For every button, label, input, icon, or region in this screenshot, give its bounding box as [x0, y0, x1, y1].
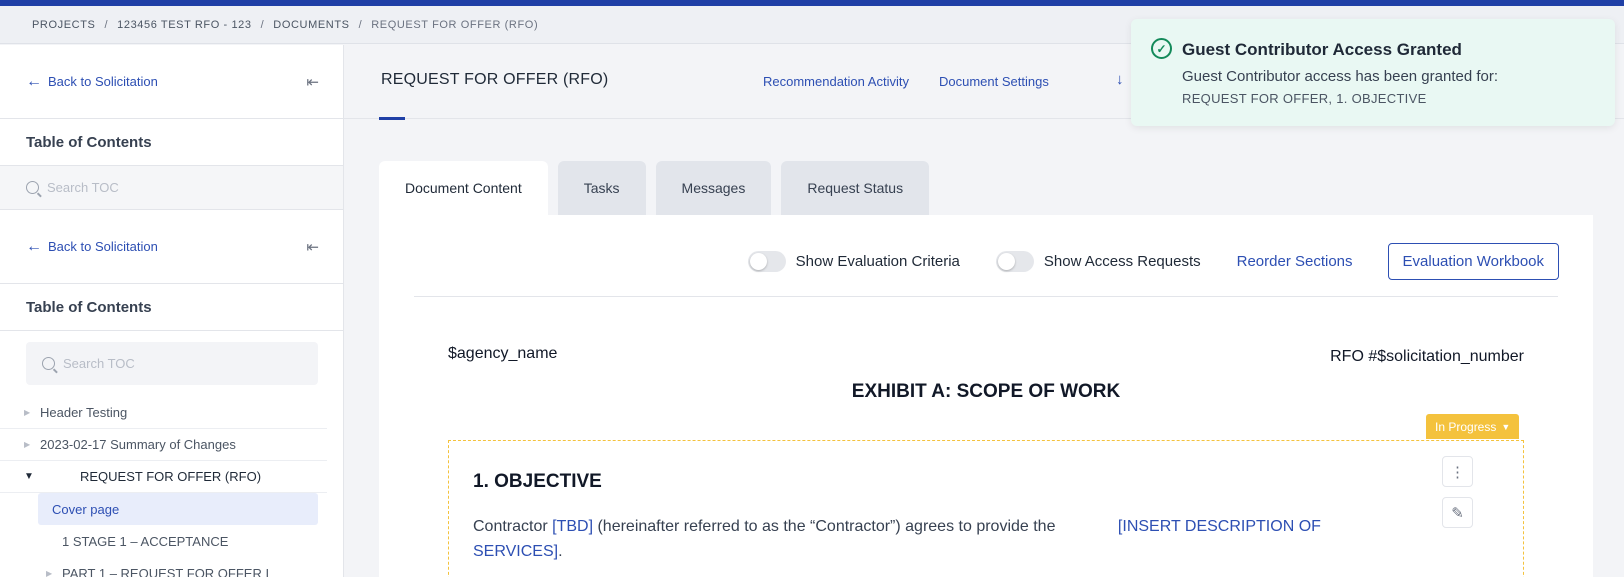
toc-item[interactable]: ▶ 2023-02-17 Summary of Changes [0, 429, 327, 461]
divider [414, 296, 1558, 297]
show-evaluation-criteria-toggle[interactable] [747, 251, 786, 272]
toc-item-label: 1 STAGE 1 – ACCEPTANCE [62, 533, 229, 549]
toc-title: Table of Contents [0, 284, 343, 331]
collapse-sidebar-icon[interactable]: ⇤ [306, 238, 319, 256]
tab-request-status[interactable]: Request Status [781, 161, 930, 215]
toc-item-selected[interactable]: Cover page [38, 493, 318, 525]
search-icon [42, 357, 55, 370]
edit-icon[interactable]: ✎ [1442, 497, 1473, 528]
page-title: REQUEST FOR OFFER (RFO) [381, 71, 609, 88]
status-label: In Progress [1435, 419, 1497, 434]
collapse-sidebar-icon[interactable]: ⇤ [306, 73, 319, 91]
sidebar-back-row: ← Back to Solicitation ⇤ [0, 210, 343, 284]
toc-item-label: PART 1 – REQUEST FOR OFFER I [62, 565, 270, 577]
check-circle-icon: ✓ [1151, 38, 1172, 59]
breadcrumb-projects[interactable]: PROJECTS [32, 19, 95, 31]
collapse-triangle-icon[interactable]: ▼ [24, 471, 40, 482]
toast-message: Guest Contributor access has been grante… [1182, 68, 1499, 85]
body-text: . [558, 543, 563, 560]
toc-search-input[interactable]: Search TOC [26, 342, 318, 385]
sidebar-back-row: ← Back to Solicitation ⇤ [0, 45, 343, 119]
expand-triangle-icon[interactable]: ▶ [24, 440, 40, 449]
caret-down-icon: ▼ [1501, 421, 1511, 432]
kebab-menu-icon[interactable]: ⋮ [1442, 456, 1473, 487]
toc-title: Table of Contents [0, 119, 343, 166]
tab-tasks[interactable]: Tasks [557, 161, 646, 215]
toc-item[interactable]: ▼ REQUEST FOR OFFER (RFO) [0, 461, 327, 493]
body-text: Contractor [473, 518, 553, 535]
document-controls: Show Evaluation Criteria Show Access Req… [747, 243, 1559, 280]
section-title: 1. OBJECTIVE [473, 471, 602, 492]
show-access-requests-label: Show Access Requests [1043, 253, 1201, 270]
body-text: (hereinafter referred to as the “Contrac… [593, 518, 1060, 535]
breadcrumb-project[interactable]: 123456 TEST RFO - 123 [117, 19, 251, 31]
breadcrumb-separator: / [358, 18, 363, 31]
sidebar: ← Back to Solicitation ⇤ Table of Content… [0, 45, 344, 577]
toc-item-label: 2023-02-17 Summary of Changes [40, 437, 236, 452]
success-toast: ✓ Guest Contributor Access Granted Guest… [1131, 19, 1615, 126]
document-settings-link[interactable]: Document Settings [939, 74, 1049, 89]
toc-search-placeholder: Search TOC [47, 180, 119, 195]
show-access-requests-toggle[interactable] [995, 251, 1034, 272]
toc-list: ▶ Header Testing ▶ 2023-02-17 Summary of C… [0, 397, 343, 577]
show-evaluation-criteria-label: Show Evaluation Criteria [795, 253, 960, 270]
tab-document-content[interactable]: Document Content [379, 161, 548, 215]
breadcrumb-separator: / [260, 18, 265, 31]
toc-item[interactable]: ▶ PART 1 – REQUEST FOR OFFER I [0, 557, 327, 577]
expand-triangle-icon[interactable]: ▶ [24, 408, 40, 417]
tab-bar: Document Content Tasks Messages Request … [379, 161, 939, 215]
toc-item[interactable]: ▶ Header Testing [0, 397, 327, 429]
status-dropdown[interactable]: In Progress ▼ [1426, 414, 1520, 439]
back-to-solicitation-link[interactable]: ← Back to Solicitation [26, 73, 158, 91]
arrow-left-icon: ← [26, 72, 42, 90]
section-body: Contractor [TBD] (hereinafter referred t… [473, 514, 1393, 564]
exhibit-title: EXHIBIT A: SCOPE OF WORK [851, 381, 1121, 402]
document-panel: Show Evaluation Criteria Show Access Req… [379, 215, 1593, 577]
reorder-sections-link[interactable]: Reorder Sections [1237, 253, 1353, 270]
breadcrumb-current: REQUEST FOR OFFER (RFO) [371, 18, 539, 31]
download-icon[interactable]: ↓ [1116, 71, 1124, 88]
back-label: Back to Solicitation [48, 239, 158, 254]
placeholder-tbd[interactable]: [TBD] [552, 518, 593, 535]
expand-triangle-icon[interactable]: ▶ [46, 569, 62, 577]
breadcrumb-documents[interactable]: DOCUMENTS [273, 19, 349, 31]
toc-search-input[interactable]: Search TOC [0, 166, 343, 210]
evaluation-workbook-button[interactable]: Evaluation Workbook [1387, 243, 1559, 280]
agency-name: $agency_name [448, 345, 558, 362]
toast-detail: REQUEST FOR OFFER, 1. OBJECTIVE [1182, 91, 1427, 106]
breadcrumb-separator: / [104, 18, 109, 31]
search-icon [26, 181, 39, 194]
toast-title: Guest Contributor Access Granted [1182, 40, 1462, 59]
tab-messages[interactable]: Messages [655, 161, 772, 215]
recommendation-activity-link[interactable]: Recommendation Activity [763, 74, 909, 89]
rfo-number: RFO #$solicitation_number [1330, 348, 1524, 365]
toc-item[interactable]: 1 STAGE 1 – ACCEPTANCE [0, 525, 327, 557]
toc-item-label: Header Testing [40, 405, 128, 420]
toc-search-placeholder: Search TOC [63, 356, 135, 371]
toc-item-label: Cover page [52, 501, 120, 517]
arrow-left-icon: ← [26, 237, 42, 255]
back-to-solicitation-link[interactable]: ← Back to Solicitation [26, 238, 158, 256]
back-label: Back to Solicitation [48, 74, 158, 89]
document-section: 1. OBJECTIVE Contractor [TBD] (hereinaft… [448, 440, 1524, 577]
title-underline [379, 117, 405, 120]
toc-item-label: REQUEST FOR OFFER (RFO) [80, 469, 262, 484]
